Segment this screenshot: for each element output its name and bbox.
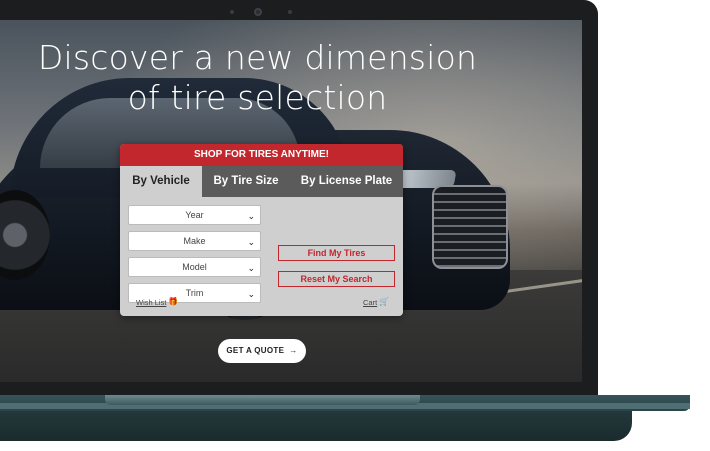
- hero-title-line2: of tire selection: [127, 78, 388, 117]
- model-select[interactable]: Model ⌄: [128, 257, 261, 277]
- cart-link[interactable]: Cart: [363, 298, 377, 307]
- camera-icon: [254, 8, 262, 16]
- gift-icon[interactable]: 🎁: [168, 297, 178, 306]
- laptop-hinge: [105, 395, 420, 405]
- tire-search-widget: SHOP FOR TIRES ANYTIME! By Vehicle By Ti…: [120, 144, 403, 316]
- tab-by-vehicle[interactable]: By Vehicle: [120, 166, 202, 197]
- hero-title: Discover a new dimension of tire selecti…: [0, 38, 515, 118]
- year-select-value: Year: [185, 210, 204, 220]
- laptop-base-bottom: [0, 411, 632, 441]
- car-grille: [432, 185, 508, 269]
- make-select[interactable]: Make ⌄: [128, 231, 261, 251]
- chevron-down-icon: ⌄: [247, 211, 255, 221]
- chevron-down-icon: ⌄: [247, 263, 255, 273]
- sensor-dot: [288, 10, 292, 14]
- screen: Discover a new dimension of tire selecti…: [0, 20, 582, 382]
- sensor-dot: [230, 10, 234, 14]
- make-select-value: Make: [183, 236, 206, 246]
- tab-by-license-plate[interactable]: By License Plate: [290, 166, 403, 197]
- vehicle-selects: Year ⌄ Make ⌄ Model ⌄ Trim ⌄: [128, 205, 261, 309]
- find-my-tires-button[interactable]: Find My Tires: [278, 245, 395, 261]
- reset-my-search-button[interactable]: Reset My Search: [278, 271, 395, 287]
- wish-list-link[interactable]: Wish List: [136, 298, 166, 307]
- get-a-quote-label: GET A QUOTE: [226, 346, 285, 355]
- get-a-quote-button[interactable]: GET A QUOTE →: [218, 339, 306, 363]
- year-select[interactable]: Year ⌄: [128, 205, 261, 225]
- search-tabs: By Vehicle By Tire Size By License Plate: [120, 166, 403, 197]
- cart-icon[interactable]: 🛒: [379, 297, 389, 306]
- camera-bar: [220, 6, 310, 18]
- hero-title-line1: Discover a new dimension: [37, 38, 478, 77]
- chevron-down-icon: ⌄: [247, 237, 255, 247]
- arrow-right-icon: →: [286, 346, 298, 355]
- chevron-down-icon: ⌄: [247, 289, 255, 299]
- model-select-value: Model: [182, 262, 207, 272]
- laptop-bezel: Discover a new dimension of tire selecti…: [0, 0, 598, 395]
- widget-header: SHOP FOR TIRES ANYTIME!: [120, 144, 403, 166]
- trim-select-value: Trim: [185, 288, 204, 298]
- tab-by-tire-size[interactable]: By Tire Size: [202, 166, 290, 197]
